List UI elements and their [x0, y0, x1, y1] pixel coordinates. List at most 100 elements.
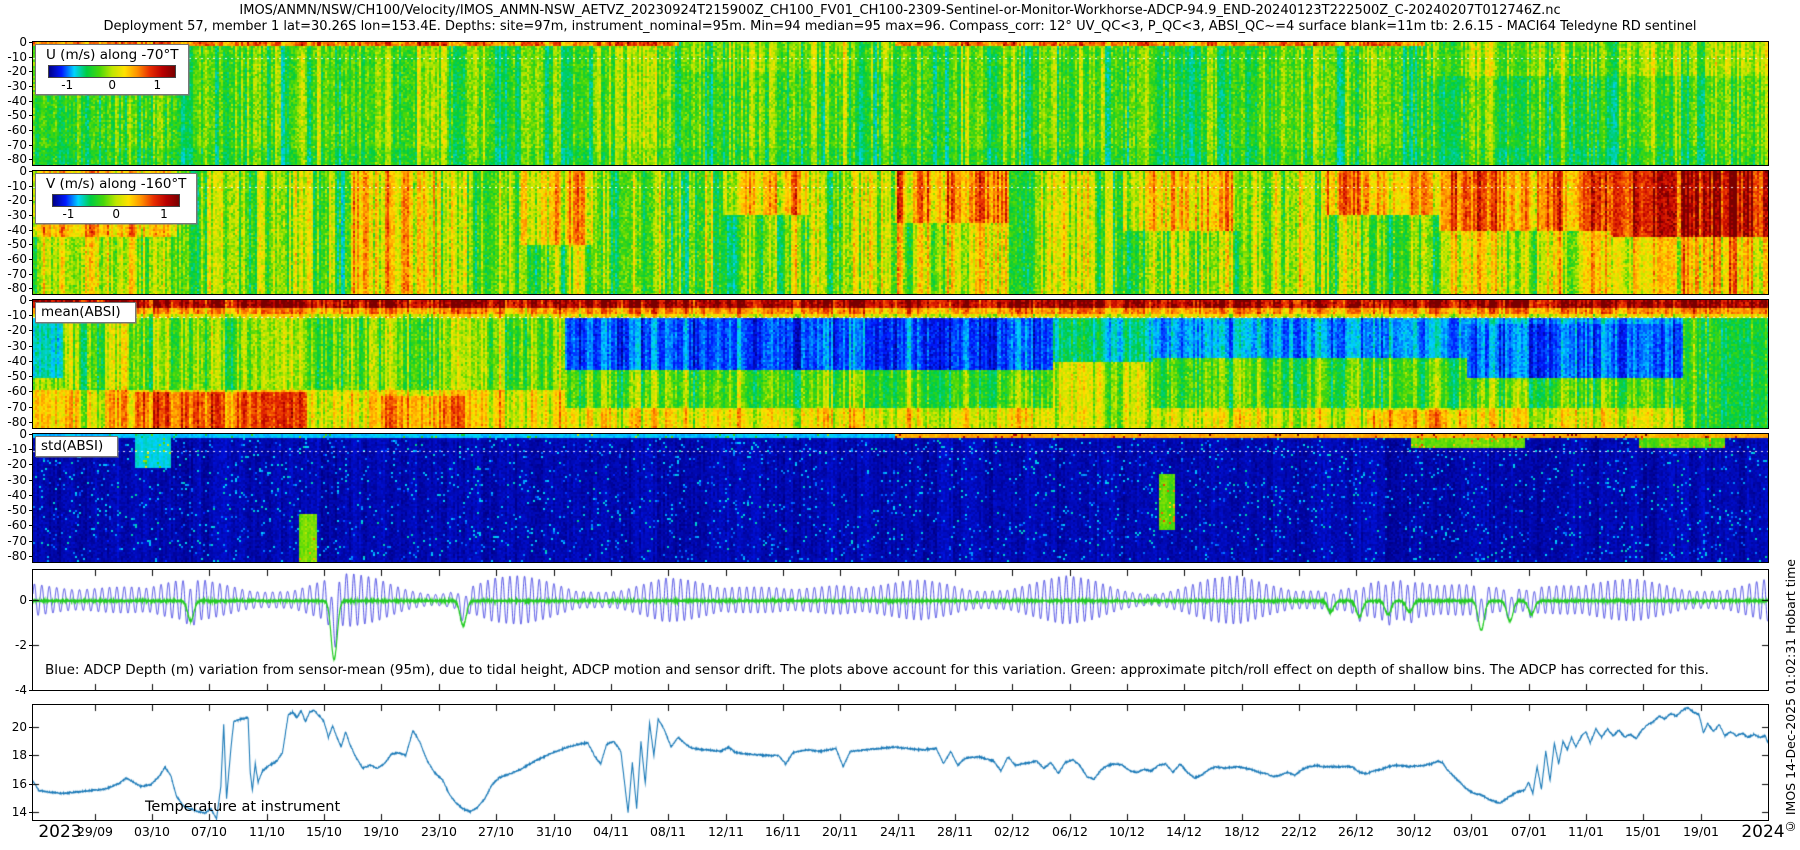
y-tick-label: -10	[7, 50, 27, 64]
y-tick-mark	[29, 230, 33, 231]
y-tick-mark	[29, 330, 33, 331]
y-tick-mark	[29, 215, 33, 216]
y-tick-mark	[29, 422, 33, 423]
panel-v-velocity: V (m/s) along -160°T -1 0 1 0 -10 -20 -30 -4…	[7, 164, 1769, 295]
y-tick-label: -50	[7, 108, 27, 122]
figure-title: IMOS/ANMN/NSW/CH100/Velocity/IMOS_ANMN-N…	[239, 3, 1561, 18]
x-tick-label: 29/09	[76, 824, 114, 839]
y-tick-mark	[29, 407, 33, 408]
y-tick-mark	[29, 315, 33, 316]
x-tick-label: 07/10	[190, 824, 228, 839]
y-tick-mark	[29, 495, 33, 496]
y-tick-mark	[29, 434, 33, 435]
x-tick-label: 20/11	[821, 824, 859, 839]
y-tick-label: 0	[19, 593, 27, 607]
y-tick-label: -50	[7, 369, 27, 383]
x-tick-label: 03/10	[133, 824, 171, 839]
y-tick-mark	[29, 101, 33, 102]
x-tick-label: 15/10	[305, 824, 343, 839]
x-tick-label: 03/01	[1452, 824, 1490, 839]
y-tick-label: -20	[7, 64, 27, 78]
figure-subtitle: Deployment 57, member 1 lat=30.26S lon=1…	[103, 19, 1697, 34]
y-tick-label: -70	[7, 138, 27, 152]
y-tick-mark	[29, 86, 33, 87]
y-tick-mark	[29, 727, 33, 728]
v-colorbar-gradient	[52, 194, 181, 207]
v-colorbar-ticks: -1 0 1	[46, 207, 186, 221]
v-colorbar-legend: V (m/s) along -160°T -1 0 1	[35, 173, 198, 224]
y-tick-mark	[29, 71, 33, 72]
copyright-stamp: © IMOS 14-Dec-2025 01:02:31 Hobart time	[1783, 558, 1798, 834]
y-tick-label: -10	[7, 308, 27, 322]
y-tick-mark	[29, 812, 33, 813]
y-tick-mark	[29, 690, 33, 691]
y-tick-label: -20	[7, 323, 27, 337]
y-tick-mark	[29, 145, 33, 146]
y-tick-mark	[29, 449, 33, 450]
y-tick-mark	[29, 57, 33, 58]
y-tick-mark	[29, 42, 33, 43]
u-colorbar-gradient	[48, 65, 177, 78]
y-tick-mark	[29, 171, 33, 172]
y-tick-label: -10	[7, 179, 27, 193]
y-tick-label: -30	[7, 79, 27, 93]
std-absi-heatmap-canvas	[33, 434, 1768, 562]
x-tick-label: 22/12	[1280, 824, 1318, 839]
u-colorbar-tick-neg1: -1	[61, 78, 74, 92]
y-tick-mark	[29, 525, 33, 526]
x-axis-labels: 2023 2024 29/09 03/10 07/10 11/10 15/10 19/10…	[0, 822, 1800, 846]
y-tick-mark	[29, 200, 33, 201]
y-tick-label: 0	[19, 427, 27, 441]
x-tick-label: 12/11	[707, 824, 745, 839]
x-tick-label: 10/12	[1108, 824, 1146, 839]
y-tick-mark	[29, 130, 33, 131]
y-tick-label: -20	[7, 193, 27, 207]
u-velocity-heatmap-canvas	[33, 42, 1768, 165]
y-tick-mark	[29, 300, 33, 301]
y-tick-label: -20	[7, 457, 27, 471]
y-tick-label: 14	[11, 805, 27, 819]
y-tick-label: 0	[19, 293, 27, 307]
x-tick-label: 19/01	[1682, 824, 1720, 839]
adcp-report-figure: IMOS/ANMN/NSW/CH100/Velocity/IMOS_ANMN-N…	[0, 0, 1800, 850]
panel-u-velocity: U (m/s) along -70°T -1 0 1 0 -10 -20 -30 -40…	[7, 35, 1769, 166]
x-tick-label: 07/01	[1510, 824, 1548, 839]
panel-depth-variation: Blue: ADCP Depth (m) variation from sens…	[15, 569, 1769, 697]
y-tick-label: -30	[7, 339, 27, 353]
y-tick-label: -40	[7, 488, 27, 502]
y-tick-label: -2	[15, 638, 27, 652]
x-tick-label: 24/11	[879, 824, 917, 839]
u-colorbar-ticks: -1 0 1	[46, 78, 178, 92]
x-tick-label: 14/12	[1165, 824, 1203, 839]
y-tick-mark	[29, 600, 33, 601]
y-tick-label: -60	[7, 252, 27, 266]
x-tick-label: 08/11	[649, 824, 687, 839]
y-tick-mark	[29, 480, 33, 481]
v-velocity-heatmap-canvas	[33, 171, 1768, 294]
y-tick-mark	[29, 115, 33, 116]
y-tick-mark	[29, 159, 33, 160]
panel-temperature: Temperature at instrument 20 18 16 14	[12, 704, 1769, 821]
u-colorbar-legend: U (m/s) along -70°T -1 0 1	[35, 44, 190, 95]
x-tick-label: 18/12	[1223, 824, 1261, 839]
v-colorbar-tick-neg1: -1	[62, 207, 75, 221]
y-tick-label: -70	[7, 400, 27, 414]
y-tick-label: -60	[7, 518, 27, 532]
x-tick-label: 30/12	[1395, 824, 1433, 839]
y-tick-mark	[29, 784, 33, 785]
y-tick-mark	[29, 755, 33, 756]
y-tick-label: -30	[7, 208, 27, 222]
mean-absi-heatmap-canvas	[33, 300, 1768, 428]
y-tick-mark	[29, 376, 33, 377]
v-colorbar-tick-1: 1	[160, 207, 168, 221]
y-tick-label: -4	[15, 683, 27, 697]
x-tick-label: 04/11	[592, 824, 630, 839]
y-tick-label: -40	[7, 223, 27, 237]
y-tick-label: -50	[7, 237, 27, 251]
y-tick-label: 20	[11, 720, 27, 734]
x-tick-label: 31/10	[535, 824, 573, 839]
y-tick-label: -60	[7, 123, 27, 137]
x-tick-label: 06/12	[1051, 824, 1089, 839]
y-tick-mark	[29, 186, 33, 187]
x-tick-label: 11/10	[248, 824, 286, 839]
